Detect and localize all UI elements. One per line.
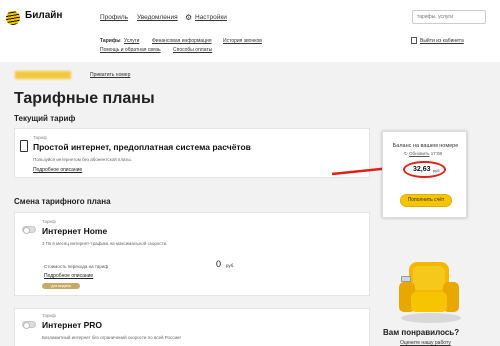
refresh-link[interactable]: Обновить bbox=[409, 151, 429, 156]
current-tariff-heading: Текущий тариф bbox=[14, 114, 76, 123]
feedback-link[interactable]: Оцените нашу работу bbox=[400, 340, 451, 346]
current-tariff-name: Простой интернет, предоплатная система р… bbox=[33, 142, 251, 152]
subnav-calls-history[interactable]: История звонков bbox=[223, 38, 262, 44]
exit-link[interactable]: Выйти из кабинета bbox=[420, 38, 464, 44]
refresh-icon[interactable]: ↻ bbox=[404, 151, 408, 156]
balance-value: 32,63 bbox=[413, 166, 431, 173]
exit-icon[interactable] bbox=[411, 37, 417, 44]
plan-details-link-internet-home[interactable]: Подробное описание bbox=[44, 273, 93, 279]
balance-unit: руб. bbox=[433, 168, 441, 173]
redacted-phone-number bbox=[15, 71, 71, 79]
subnav-tariffs[interactable]: Тарифы bbox=[100, 38, 120, 44]
balance-widget: Баланс на вашем номере ↻ Обновить 17:08 … bbox=[382, 131, 467, 218]
nav-profile-link[interactable]: Профиль bbox=[100, 14, 128, 21]
nav-notifications-link[interactable]: Уведомления bbox=[137, 14, 178, 21]
search-input[interactable]: тарифы, услуги bbox=[412, 10, 486, 24]
current-tariff-details-link[interactable]: Подробное описание bbox=[33, 167, 82, 173]
sim-card-icon bbox=[20, 140, 28, 152]
tariff-label: Тариф bbox=[33, 135, 47, 140]
plan-toggle-internet-home[interactable] bbox=[22, 226, 36, 234]
plan-description-internet-pro: Безлимитный интернет без ограничений ско… bbox=[42, 335, 181, 340]
plan-badge-modem: для модема bbox=[42, 283, 80, 289]
topup-button[interactable]: Пополнить счёт bbox=[400, 194, 452, 207]
plan-cost-unit: руб. bbox=[226, 263, 235, 268]
plan-description-internet-home: 3 ГБ в месяц интернет-трафика на максима… bbox=[42, 241, 168, 246]
current-tariff-description: Пользуйся интернетом без абонентской пла… bbox=[33, 157, 132, 162]
plan-cost-value: 0 bbox=[216, 259, 222, 269]
plan-name-internet-home: Интернет Home bbox=[42, 226, 108, 236]
refresh-time: 17:08 bbox=[430, 151, 442, 156]
change-tariff-heading: Смена тарифного плана bbox=[14, 197, 111, 206]
private-number-link[interactable]: Приватить номер bbox=[90, 72, 130, 78]
plan-label: Тариф bbox=[42, 219, 56, 224]
subnav-help[interactable]: Помощь и обратная связь bbox=[100, 47, 161, 53]
beeline-logo-icon[interactable] bbox=[6, 11, 20, 25]
subnav-finance[interactable]: Финансовая информация bbox=[152, 38, 212, 44]
subnav-services[interactable]: Услуги bbox=[124, 38, 139, 44]
plan-label: Тариф bbox=[42, 313, 56, 318]
plan-name-internet-pro: Интернет PRO bbox=[42, 320, 103, 330]
feedback-title: Вам понравилось? bbox=[383, 328, 460, 337]
balance-title: Баланс на вашем номере bbox=[392, 143, 459, 149]
site-header: Билайн Профиль Уведомления ⚙ Настройки т… bbox=[0, 0, 500, 62]
balance-refresh[interactable]: ↻ Обновить 17:08 bbox=[404, 151, 442, 157]
subnav-payment[interactable]: Способы оплаты bbox=[173, 47, 212, 53]
gear-icon[interactable]: ⚙ bbox=[185, 13, 192, 22]
plan-toggle-internet-pro[interactable] bbox=[22, 321, 36, 329]
logo-text[interactable]: Билайн bbox=[25, 10, 62, 21]
plan-cost-label: Стоимость перехода на тариф bbox=[44, 264, 109, 269]
armchair-illustration-icon bbox=[395, 258, 465, 329]
nav-settings-link[interactable]: Настройки bbox=[195, 14, 227, 21]
page-title: Тарифные планы bbox=[14, 90, 155, 107]
